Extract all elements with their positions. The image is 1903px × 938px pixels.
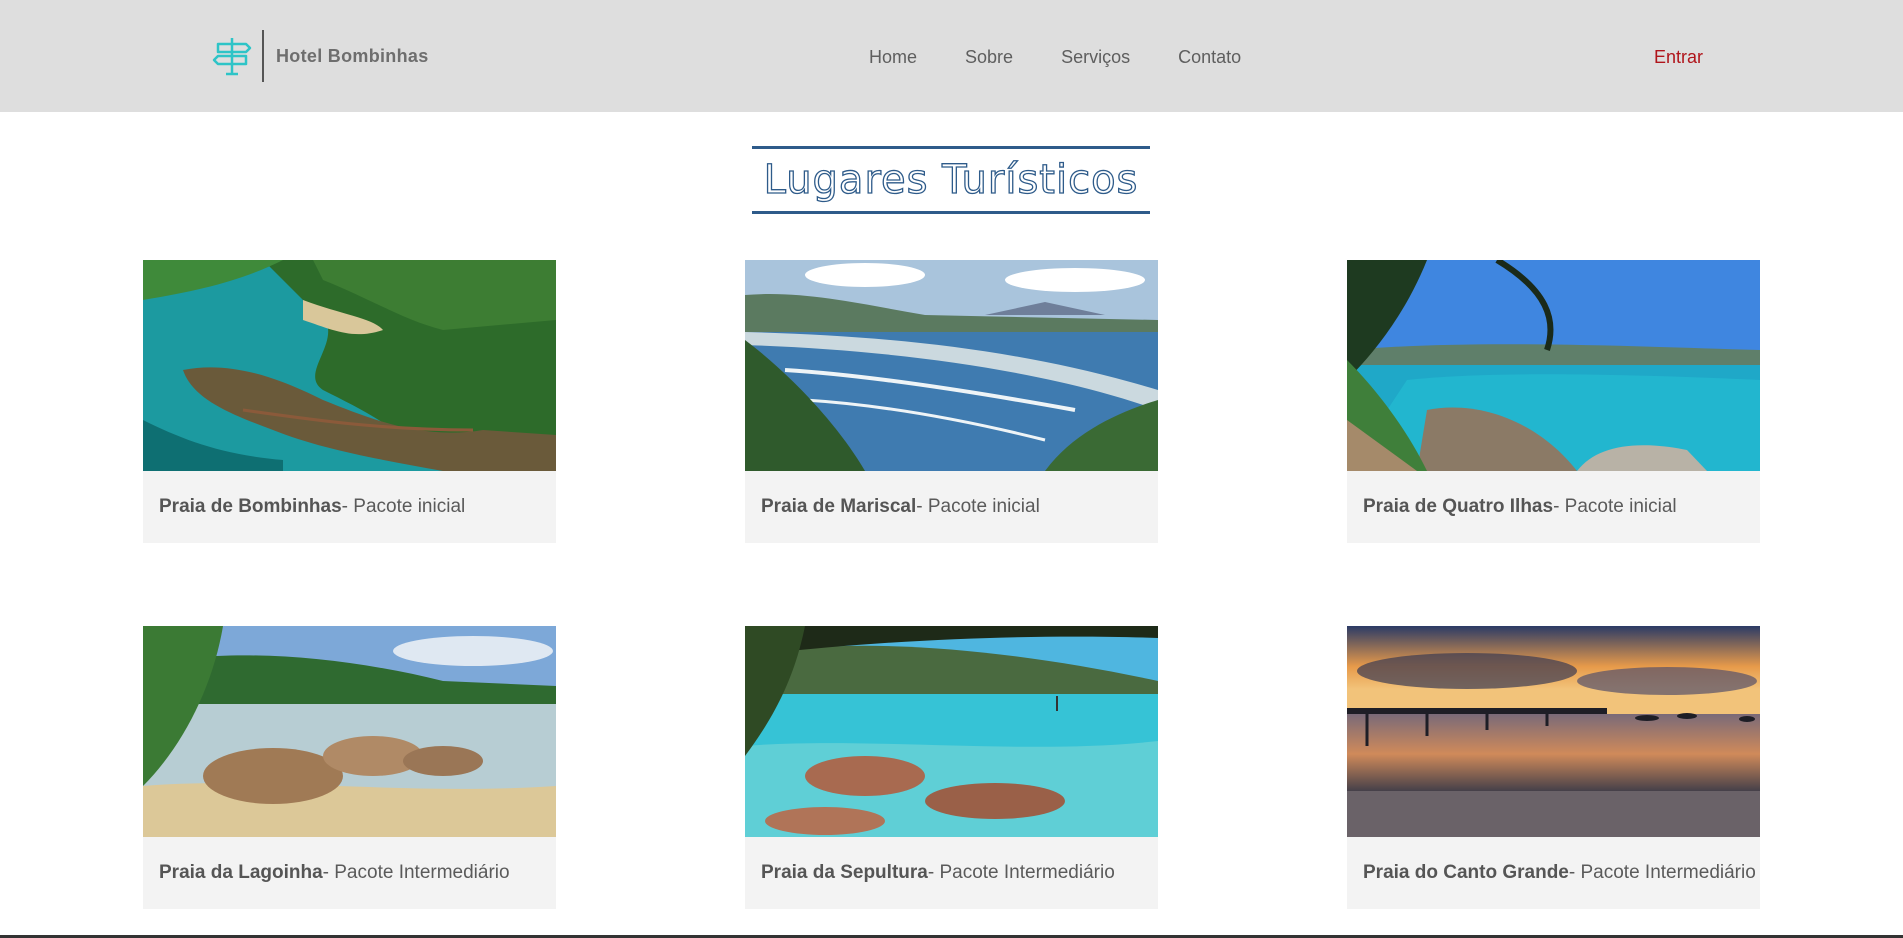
place-card[interactable]: Praia de Quatro Ilhas - Pacote inicial <box>1347 260 1760 543</box>
signpost-icon <box>212 38 252 76</box>
place-card[interactable]: Praia de Bombinhas - Pacote inicial <box>143 260 556 543</box>
place-photo <box>1347 626 1760 837</box>
place-name: Praia de Mariscal <box>761 496 917 517</box>
place-card[interactable]: Praia de Mariscal - Pacote inicial <box>745 260 1158 543</box>
brand-name: Hotel Bombinhas <box>276 45 429 66</box>
nav-contato[interactable]: Contato <box>1178 45 1241 69</box>
package-label: - Pacote inicial <box>341 496 466 517</box>
place-caption: Praia de Bombinhas - Pacote inicial <box>143 471 556 543</box>
package-label: - Pacote inicial <box>916 496 1040 517</box>
page-title: Lugares Turísticos <box>763 156 1139 203</box>
place-card[interactable]: Praia da Lagoinha - Pacote Intermediário <box>143 626 556 909</box>
package-label: - Pacote Intermediário <box>1568 862 1756 883</box>
place-name: Praia da Lagoinha <box>159 862 323 883</box>
package-label: - Pacote Intermediário <box>927 862 1115 883</box>
place-photo <box>143 626 556 837</box>
place-photo <box>745 260 1158 471</box>
place-name: Praia da Sepultura <box>761 862 928 883</box>
place-photo <box>143 260 556 471</box>
nav-home[interactable]: Home <box>869 45 917 69</box>
package-label: - Pacote inicial <box>1553 496 1677 517</box>
section-title-frame: Lugares Turísticos <box>752 146 1150 214</box>
place-card[interactable]: Praia da Sepultura - Pacote Intermediári… <box>745 626 1158 909</box>
login-link[interactable]: Entrar <box>1654 45 1703 69</box>
brand[interactable]: Hotel Bombinhas <box>210 30 429 82</box>
place-caption: Praia da Lagoinha - Pacote Intermediário <box>143 837 556 909</box>
main-nav: Home Sobre Serviços Contato <box>869 45 1289 69</box>
package-label: - Pacote Intermediário <box>322 862 510 883</box>
place-photo <box>745 626 1158 837</box>
nav-servicos[interactable]: Serviços <box>1061 45 1130 69</box>
place-caption: Praia da Sepultura - Pacote Intermediári… <box>745 837 1158 909</box>
brand-divider <box>262 30 264 82</box>
site-header: Hotel Bombinhas Home Sobre Serviços Cont… <box>0 0 1903 112</box>
nav-sobre[interactable]: Sobre <box>965 45 1013 69</box>
place-caption: Praia de Mariscal - Pacote inicial <box>745 471 1158 543</box>
place-name: Praia de Bombinhas <box>159 496 342 517</box>
place-photo <box>1347 260 1760 471</box>
place-name: Praia do Canto Grande <box>1363 862 1569 883</box>
place-caption: Praia do Canto Grande - Pacote Intermedi… <box>1347 837 1760 909</box>
place-caption: Praia de Quatro Ilhas - Pacote inicial <box>1347 471 1760 543</box>
place-card[interactable]: Praia do Canto Grande - Pacote Intermedi… <box>1347 626 1760 909</box>
place-name: Praia de Quatro Ilhas <box>1363 496 1554 517</box>
